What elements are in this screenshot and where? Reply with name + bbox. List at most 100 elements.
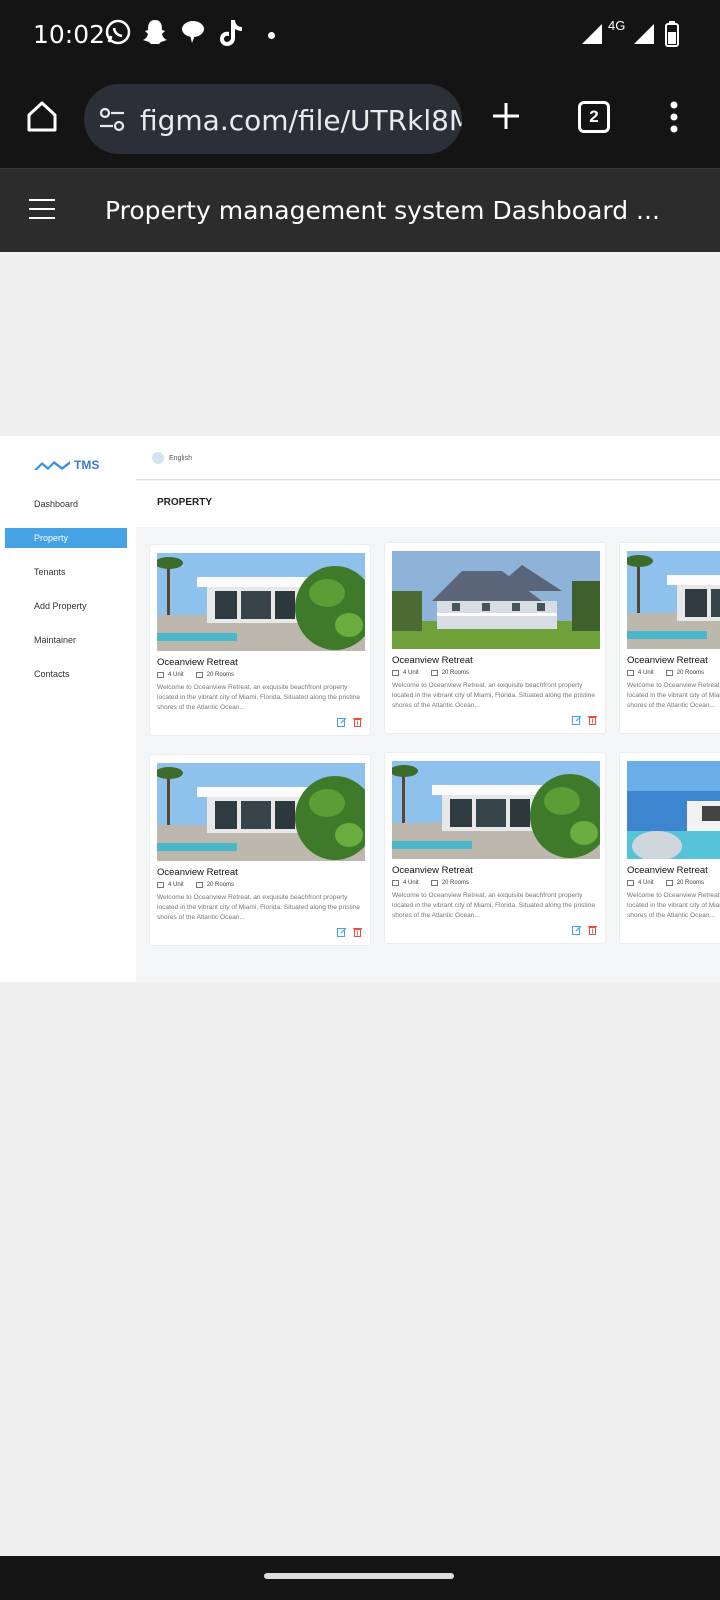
property-description: Welcome to Oceanview Retreat, an exquisi… <box>627 682 720 709</box>
property-title: Oceanview Retreat <box>157 657 238 668</box>
unit-count: 4 Unit <box>403 670 419 676</box>
unit-count: 4 Unit <box>638 670 654 676</box>
design-frame[interactable]: TMS Dashboard Property Tenants Add Prope… <box>0 436 720 982</box>
tab-switcher-button[interactable]: 2 <box>578 101 610 133</box>
delete-icon[interactable] <box>353 927 362 937</box>
home-gesture-handle[interactable] <box>264 1573 454 1579</box>
hamburger-menu-icon[interactable] <box>28 197 56 221</box>
card-actions <box>337 717 362 727</box>
property-image <box>392 551 600 649</box>
edit-icon[interactable] <box>337 717 347 727</box>
new-tab-icon[interactable] <box>490 100 522 132</box>
property-description: Welcome to Oceanview Retreat, an exquisi… <box>157 684 361 711</box>
room-count: 20 Rooms <box>441 670 470 676</box>
sidebar-item-maintainer[interactable]: Maintainer <box>0 630 136 650</box>
property-description: Welcome to Oceanview Retreat, an exquisi… <box>392 682 596 709</box>
edit-icon[interactable] <box>337 927 347 937</box>
bed-icon <box>665 880 673 886</box>
status-bar: 10:02 4G <box>0 0 720 72</box>
home-icon[interactable] <box>24 98 60 134</box>
property-meta: 4 Unit 20 Rooms <box>627 880 704 886</box>
card-actions <box>572 925 597 935</box>
property-description: Welcome to Oceanview Retreat, an exquisi… <box>157 894 361 921</box>
sidebar-item-dashboard[interactable]: Dashboard <box>0 494 136 514</box>
bed-icon <box>195 882 203 888</box>
signal-icon <box>634 24 654 44</box>
page-title: PROPERTY <box>157 497 213 508</box>
property-description: Welcome to Oceanview Retreat, an exquisi… <box>627 892 720 919</box>
chat-icon <box>182 21 204 43</box>
property-image <box>157 763 365 861</box>
language-selector[interactable]: English <box>152 452 192 464</box>
bed-icon <box>430 670 438 676</box>
property-card[interactable]: Oceanview Retreat 4 Unit 20 Rooms Welcome t… <box>149 754 371 946</box>
figma-file-title: Property management system Dashboard ... <box>105 196 660 225</box>
edit-icon[interactable] <box>572 715 582 725</box>
room-count: 20 Rooms <box>206 882 235 888</box>
status-time: 10:02 <box>33 20 106 49</box>
property-meta: 4 Unit 20 Rooms <box>627 670 704 676</box>
language-label: English <box>169 454 192 462</box>
property-title: Oceanview Retreat <box>157 867 238 878</box>
logo-text: TMS <box>74 458 100 472</box>
unit-count: 4 Unit <box>403 880 419 886</box>
property-card[interactable]: Oceanview Retreat 4 Unit 20 Rooms Welcome t… <box>149 544 371 736</box>
property-meta: 4 Unit 20 Rooms <box>157 882 234 888</box>
property-card[interactable]: Oceanview Retreat 4 Unit 20 Rooms Welcome t… <box>384 752 606 944</box>
battery-icon <box>665 21 679 47</box>
unit-icon <box>157 672 164 678</box>
delete-icon[interactable] <box>588 925 597 935</box>
room-count: 20 Rooms <box>676 880 705 886</box>
sidebar-item-contacts[interactable]: Contacts <box>0 664 136 684</box>
card-actions <box>572 715 597 725</box>
tiktok-icon <box>220 20 242 46</box>
unit-count: 4 Unit <box>638 880 654 886</box>
navigation-bar <box>0 1556 720 1600</box>
unit-icon <box>157 882 164 888</box>
unit-icon <box>392 670 399 676</box>
property-image <box>392 761 600 859</box>
whatsapp-icon <box>105 19 131 45</box>
property-title: Oceanview Retreat <box>627 655 708 666</box>
signal-icon <box>582 24 602 44</box>
property-card[interactable]: Oceanview Retreat 4 Unit 20 Rooms Welcome t… <box>619 542 720 734</box>
more-notifications-dot <box>268 32 275 39</box>
property-description: Welcome to Oceanview Retreat, an exquisi… <box>392 892 596 919</box>
address-bar[interactable]: figma.com/file/UTRkl8M <box>84 84 462 154</box>
unit-count: 4 Unit <box>168 672 184 678</box>
sidebar: TMS Dashboard Property Tenants Add Prope… <box>0 436 136 982</box>
property-card[interactable]: Oceanview Retreat 4 Unit 20 Rooms Welcome t… <box>619 752 720 944</box>
room-count: 20 Rooms <box>441 880 470 886</box>
property-title: Oceanview Retreat <box>627 865 708 876</box>
bed-icon <box>665 670 673 676</box>
property-image <box>627 551 720 649</box>
unit-icon <box>627 880 634 886</box>
figma-header: Property management system Dashboard ... <box>0 168 720 252</box>
property-title: Oceanview Retreat <box>392 655 473 666</box>
property-image <box>627 761 720 859</box>
globe-icon <box>152 452 164 464</box>
room-count: 20 Rooms <box>206 672 235 678</box>
unit-icon <box>392 880 399 886</box>
delete-icon[interactable] <box>353 717 362 727</box>
url-text: figma.com/file/UTRkl8M <box>140 104 462 137</box>
delete-icon[interactable] <box>588 715 597 725</box>
app-logo: TMS <box>34 458 99 472</box>
card-actions <box>337 927 362 937</box>
app-topbar: English <box>136 436 720 480</box>
unit-icon <box>627 670 634 676</box>
bed-icon <box>430 880 438 886</box>
browser-toolbar: figma.com/file/UTRkl8M 2 <box>0 72 720 168</box>
room-count: 20 Rooms <box>676 670 705 676</box>
property-title: Oceanview Retreat <box>392 865 473 876</box>
sidebar-item-tenants[interactable]: Tenants <box>0 562 136 582</box>
more-menu-icon[interactable] <box>668 100 680 134</box>
sidebar-item-property[interactable]: Property <box>5 528 127 548</box>
page-header: PROPERTY <box>136 481 720 527</box>
edit-icon[interactable] <box>572 925 582 935</box>
property-card[interactable]: Oceanview Retreat 4 Unit 20 Rooms Welcome t… <box>384 542 606 734</box>
sidebar-item-add-property[interactable]: Add Property <box>0 596 136 616</box>
bed-icon <box>195 672 203 678</box>
property-image <box>157 553 365 651</box>
site-settings-icon[interactable] <box>98 106 126 134</box>
